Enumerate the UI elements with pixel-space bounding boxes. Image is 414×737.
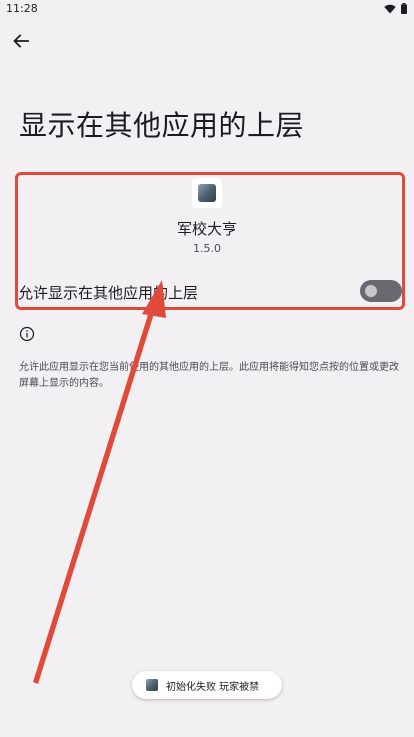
overlay-permission-toggle[interactable] [360,280,402,302]
app-icon-image [198,184,216,202]
toggle-thumb [365,285,377,297]
app-icon [192,178,222,208]
toast-message: 初始化失败 玩家被禁 [132,671,282,699]
info-icon [19,326,35,342]
status-bar: 11:28 [0,0,414,20]
overlay-permission-row[interactable]: 允许显示在其他应用的上层 [18,278,402,304]
arrow-left-icon [13,34,29,48]
app-overlay-permission-screen: 11:28 显示在其他应用的上层 军校大亨 1.5.0 允许显示在其他应用的上层 [0,0,414,737]
app-name: 军校大亨 [176,220,237,238]
toast-app-icon [146,679,158,691]
page-title: 显示在其他应用的上层 [19,109,305,142]
permission-description: 允许此应用显示在您当前使用的其他应用的上层。此应用将能得知您点按的位置或更改屏幕… [19,362,399,389]
status-time: 11:28 [6,2,38,15]
back-button[interactable] [10,30,32,52]
permission-label: 允许显示在其他应用的上层 [18,284,199,302]
status-icons [384,3,407,14]
wifi-icon [384,4,396,13]
toast-text: 初始化失败 玩家被禁 [166,681,260,693]
battery-icon [401,3,407,14]
app-version: 1.5.0 [193,242,221,255]
